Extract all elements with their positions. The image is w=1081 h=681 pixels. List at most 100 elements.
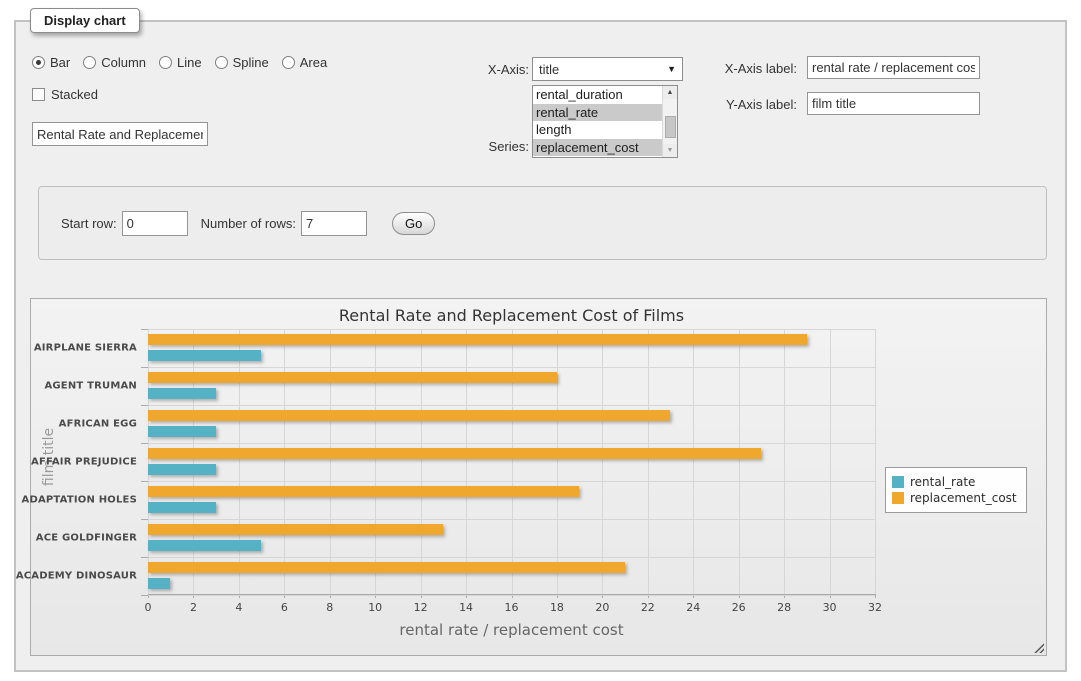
y-axis-label-field-label: Y-Axis label: <box>655 97 797 112</box>
x-tick-label: 30 <box>823 601 837 614</box>
category-label: AFFAIR PREJUDICE <box>31 457 137 468</box>
x-tick-label: 20 <box>595 601 609 614</box>
category-label: AFRICAN EGG <box>59 419 137 430</box>
scroll-down-icon[interactable]: ▼ <box>663 144 677 157</box>
chart-type-option-spline[interactable]: Spline <box>215 55 269 70</box>
radio-button[interactable] <box>32 56 45 69</box>
radio-button[interactable] <box>282 56 295 69</box>
start-row-input[interactable] <box>122 211 188 236</box>
series-multiselect[interactable]: rental_durationrental_ratelengthreplacem… <box>532 85 678 158</box>
grid-line-vertical <box>693 329 694 594</box>
bar-replacement_cost[interactable] <box>148 334 807 345</box>
radio-button[interactable] <box>159 56 172 69</box>
x-tick-label: 14 <box>459 601 473 614</box>
x-axis-selected-value: title <box>539 62 559 77</box>
y-axis-label-input[interactable] <box>807 92 980 115</box>
x-tick-label: 16 <box>505 601 519 614</box>
x-tick-label: 4 <box>235 601 242 614</box>
x-tick-label: 0 <box>145 601 152 614</box>
category-label: ACE GOLDFINGER <box>36 533 137 544</box>
stacked-label: Stacked <box>51 87 98 102</box>
grid-line-horizontal <box>148 557 875 558</box>
legend-swatch <box>892 476 904 488</box>
x-axis-label-input[interactable] <box>807 56 980 79</box>
radio-button[interactable] <box>215 56 228 69</box>
chart-title-input[interactable] <box>32 122 208 146</box>
x-axis-title: rental rate / replacement cost <box>148 621 875 639</box>
legend-swatch <box>892 492 904 504</box>
bar-rental_rate[interactable] <box>148 388 216 399</box>
x-tick-label: 10 <box>368 601 382 614</box>
category-label: AGENT TRUMAN <box>44 381 137 392</box>
display-chart-fieldset: Display chart BarColumnLineSplineArea St… <box>14 20 1067 672</box>
grid-line-horizontal <box>148 405 875 406</box>
chart-type-option-bar[interactable]: Bar <box>32 55 70 70</box>
radio-label: Bar <box>50 55 70 70</box>
legend-label: replacement_cost <box>910 491 1017 505</box>
chart-type-option-line[interactable]: Line <box>159 55 202 70</box>
stacked-checkbox[interactable] <box>32 88 45 101</box>
grid-line-vertical <box>830 329 831 594</box>
x-tick-label: 28 <box>777 601 791 614</box>
grid-line-vertical <box>784 329 785 594</box>
radio-label: Spline <box>233 55 269 70</box>
legend-item-replacement_cost[interactable]: replacement_cost <box>892 491 1017 505</box>
bar-replacement_cost[interactable] <box>148 372 557 383</box>
stacked-checkbox-row[interactable]: Stacked <box>32 87 98 102</box>
legend-item-rental_rate[interactable]: rental_rate <box>892 475 1017 489</box>
bar-rental_rate[interactable] <box>148 426 216 437</box>
grid-line-horizontal <box>148 595 875 596</box>
chart-type-radio-group: Bar Column Line Spline Area <box>32 55 340 70</box>
bar-replacement_cost[interactable] <box>148 448 761 459</box>
grid-line-horizontal <box>148 481 875 482</box>
bar-replacement_cost[interactable] <box>148 524 443 535</box>
grid-line-horizontal <box>148 367 875 368</box>
bar-rental_rate[interactable] <box>148 502 216 513</box>
bar-rental_rate[interactable] <box>148 578 170 589</box>
x-tick-label: 32 <box>868 601 882 614</box>
x-tick-label: 8 <box>326 601 333 614</box>
series-option-length[interactable]: length <box>533 121 662 139</box>
legend-label: rental_rate <box>910 475 975 489</box>
x-tick-label: 22 <box>641 601 655 614</box>
chart-legend: rental_rate replacement_cost <box>885 467 1027 513</box>
grid-line-vertical <box>602 329 603 594</box>
radio-label: Column <box>101 55 146 70</box>
bar-rental_rate[interactable] <box>148 464 216 475</box>
grid-line-vertical <box>875 329 876 594</box>
bar-replacement_cost[interactable] <box>148 562 625 573</box>
category-label: ADAPTATION HOLES <box>22 495 138 506</box>
bar-rental_rate[interactable] <box>148 540 261 551</box>
y-tick <box>141 519 148 520</box>
category-label: ACADEMY DINOSAUR <box>16 571 137 582</box>
go-button[interactable]: Go <box>392 212 435 235</box>
grid-line-vertical <box>375 329 376 594</box>
grid-line-vertical <box>193 329 194 594</box>
bar-replacement_cost[interactable] <box>148 486 579 497</box>
y-tick <box>141 329 148 330</box>
grid-line-vertical <box>512 329 513 594</box>
num-rows-input[interactable] <box>301 211 367 236</box>
x-axis-label: X-Axis: <box>449 62 529 77</box>
series-option-replacement_cost[interactable]: replacement_cost <box>533 139 662 157</box>
grid-line-vertical <box>557 329 558 594</box>
start-row-label: Start row: <box>61 216 117 231</box>
plot-area <box>148 329 875 595</box>
grid-line-vertical <box>239 329 240 594</box>
scrollbar-thumb[interactable] <box>665 116 676 138</box>
x-tick-labels: 02468101214161820222426283032 <box>148 601 875 615</box>
series-option-rental_duration[interactable]: rental_duration <box>533 86 662 104</box>
series-option-rental_rate[interactable]: rental_rate <box>533 104 662 122</box>
resize-handle-icon[interactable] <box>1033 642 1044 653</box>
row-range-panel: Start row: Number of rows: Go <box>38 186 1047 260</box>
chart-type-option-area[interactable]: Area <box>282 55 327 70</box>
y-tick <box>141 481 148 482</box>
bar-replacement_cost[interactable] <box>148 410 670 421</box>
radio-button[interactable] <box>83 56 96 69</box>
x-tick-label: 6 <box>281 601 288 614</box>
chart-type-option-column[interactable]: Column <box>83 55 146 70</box>
x-tick <box>875 594 876 598</box>
x-tick-label: 12 <box>414 601 428 614</box>
y-tick <box>141 595 148 596</box>
bar-rental_rate[interactable] <box>148 350 261 361</box>
